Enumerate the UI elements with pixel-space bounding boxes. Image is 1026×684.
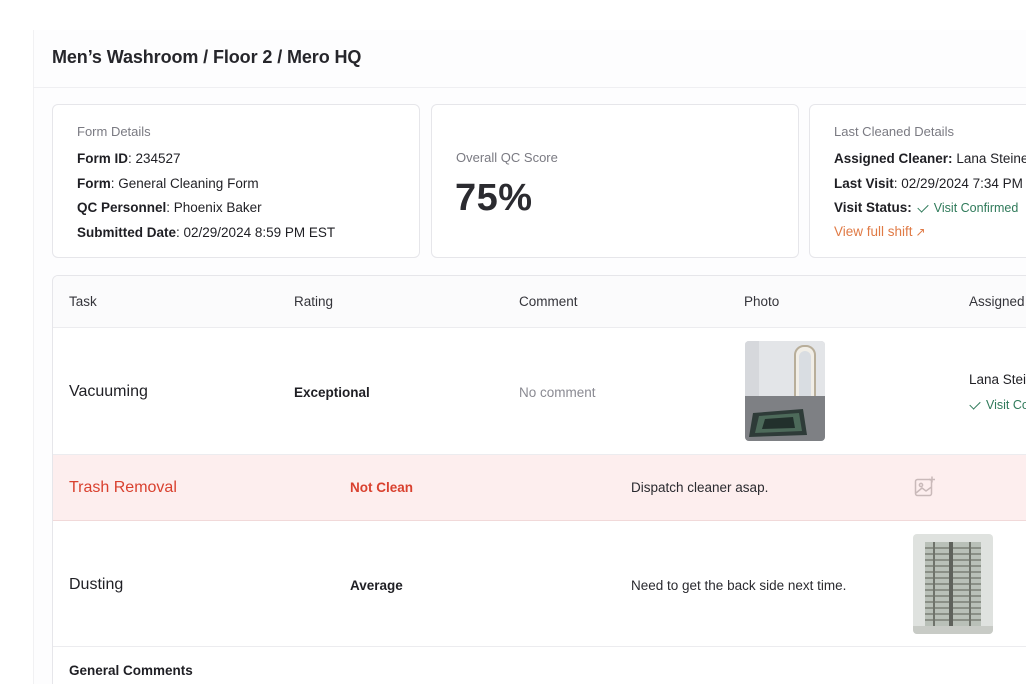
last-visit-value: : 02/29/2024 7:34 PM [893,176,1023,191]
form-name-label: Form [77,176,111,191]
task-comment: Need to get the back side next time. [631,578,847,593]
form-details-card: Form Details Form ID: 234527 Form: Gener… [52,104,420,258]
task-name: Vacuuming [69,383,148,400]
row-visit-status: Visit Confirmed [969,398,1026,412]
qc-score-heading: Overall QC Score [456,150,558,165]
last-cleaned-card: Last Cleaned Details Assigned Cleaner: L… [809,104,1026,258]
column-header-comment: Comment [519,294,578,309]
assigned-cleaner-value: Lana Steiner [956,151,1026,166]
photo-room-icon [745,341,825,441]
qc-personnel-line: QC Personnel: Phoenix Baker [77,200,262,215]
image-add-icon [914,476,935,497]
task-comment: No comment [519,385,596,400]
task-name: Trash Removal [69,479,177,496]
column-header-task: Task [69,294,97,309]
form-id-label: Form ID [77,151,129,166]
qc-personnel-value: : Phoenix Baker [166,200,262,215]
form-id-line: Form ID: 234527 [77,151,181,166]
page-title: Men’s Washroom / Floor 2 / Mero HQ [52,47,362,67]
visit-status-line: Visit Status: Visit Confirmed [834,200,1018,215]
task-rating: Not Clean [350,480,414,495]
column-header-assigned: Assigned Cleaner [969,294,1026,309]
assigned-cleaner-label: Assigned Cleaner: [834,151,953,166]
photo-blinds-icon [913,534,993,634]
view-full-shift-label: View full shift [834,224,913,239]
last-cleaned-heading: Last Cleaned Details [834,124,954,139]
submitted-date-line: Submitted Date: 02/29/2024 8:59 PM EST [77,225,335,240]
form-name-line: Form: General Cleaning Form [77,176,259,191]
form-id-value: : 234527 [128,151,181,166]
title-divider [33,87,1026,88]
external-arrow-icon: ↗ [915,225,926,239]
image-placeholder-icon[interactable] [913,475,937,499]
last-visit-line: Last Visit: 02/29/2024 7:34 PM [834,176,1023,191]
visit-status-value: Visit Confirmed [933,201,1019,215]
column-header-rating: Rating [294,294,334,309]
submitted-date-value: : 02/29/2024 8:59 PM EST [176,225,336,240]
form-name-value: : General Cleaning Form [110,176,259,191]
view-full-shift-link[interactable]: View full shift ↗ [834,224,926,239]
task-rating: Average [350,578,403,593]
check-icon [917,201,929,213]
task-comment: Dispatch cleaner asap. [631,480,769,495]
column-header-photo: Photo [744,294,780,309]
row-visit-status-label: Visit Confirmed [986,398,1026,412]
last-visit-label: Last Visit [834,176,894,191]
general-comments-heading: General Comments [69,663,193,678]
task-rating: Exceptional [294,385,370,400]
row-cleaner-name: Lana Steiner [969,372,1026,387]
check-icon [969,398,981,410]
form-details-heading: Form Details [77,124,151,139]
assigned-cleaner-line: Assigned Cleaner: Lana Steiner [834,151,1026,166]
task-photo[interactable] [745,341,825,441]
table-row[interactable]: Vacuuming Exceptional No comment Lana St… [53,328,1026,455]
task-photo[interactable] [913,534,993,634]
qc-score-card: Overall QC Score 75% [431,104,799,258]
task-table: Task Rating Comment Photo Assigned Clean… [52,275,1026,684]
task-name: Dusting [69,576,124,593]
visit-status-label: Visit Status: [834,200,912,215]
table-row[interactable]: Trash Removal Not Clean Dispatch cleaner… [53,455,1026,521]
qc-score-value: 75% [455,177,533,219]
table-row[interactable]: Dusting Average Need to get the back sid… [53,521,1026,647]
qc-personnel-label: QC Personnel [77,200,167,215]
table-header: Task Rating Comment Photo Assigned Clean… [53,276,1026,328]
general-comments-row: General Comments [53,647,1026,684]
submitted-date-label: Submitted Date [77,225,177,240]
